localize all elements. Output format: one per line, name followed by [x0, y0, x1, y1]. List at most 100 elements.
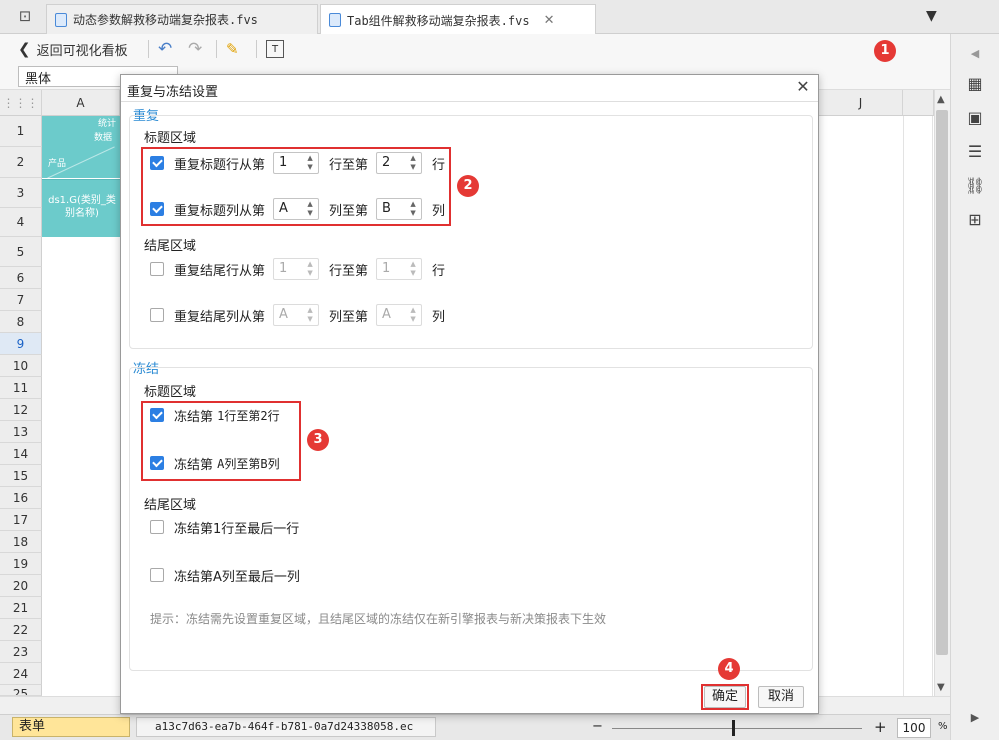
zoom-slider[interactable] [612, 728, 862, 729]
row-header[interactable]: 16 [0, 487, 42, 509]
freeze-footer-area: 结尾区域 [144, 498, 197, 513]
row-header[interactable]: 12 [0, 399, 42, 421]
option-label: 重复结尾行从第 [174, 263, 266, 279]
row-header[interactable]: 20 [0, 575, 42, 597]
freeze-header-area: 标题区域 [144, 385, 197, 400]
ok-button[interactable]: 确定 [704, 686, 746, 708]
stepper-value: 1 [382, 261, 391, 276]
back-button[interactable]: ❮ 返回可视化看板 [18, 38, 128, 60]
row-header[interactable]: 1 [0, 116, 42, 147]
tab-file-2[interactable]: Tab组件解救移动端复杂报表.fvs ✕ [320, 4, 596, 35]
option-label: 列 [432, 309, 446, 325]
chevron-left-icon: ❮ [18, 40, 31, 58]
repeat-footer-row: 重复结尾行从第 1 ▲ ▼ 行至第 1 ▲ ▼ 行 [150, 256, 445, 282]
zoom-unit: % [938, 721, 948, 732]
cancel-button[interactable]: 取消 [758, 686, 804, 708]
zoom-slider-thumb[interactable] [732, 720, 735, 736]
undo-icon[interactable]: ↶ [158, 38, 172, 60]
repeat-freeze-dialog: 重复与冻结设置 ✕ 重复 标题区域 重复标题行从第 1 ▲ ▼ 行至第 2 ▲ ▼ 行 … [120, 74, 819, 714]
tab-file-1[interactable]: 动态参数解救移动端复杂报表.fvs [46, 4, 318, 34]
row-header[interactable]: 24 [0, 663, 42, 685]
divider [256, 40, 257, 58]
tab-label: 动态参数解救移动端复杂报表.fvs [73, 13, 258, 27]
option-label: 行 [432, 263, 446, 279]
row-header[interactable]: 23 [0, 641, 42, 663]
datasource-tab[interactable]: a13c7d63-ea7b-464f-b781-0a7d24338058.ec [136, 717, 436, 737]
widget-icon[interactable]: ▣ [965, 108, 985, 128]
scroll-icon[interactable]: ▶ [965, 708, 985, 728]
badge-1: 1 [874, 40, 896, 62]
zoom-input[interactable]: 100 [897, 718, 931, 738]
freeze-footer-col: 冻结第A列至最后一列 [150, 562, 300, 588]
repeat-footer-area: 结尾区域 [144, 239, 197, 254]
zoom-out-icon[interactable]: − [592, 719, 603, 734]
option-label: 重复结尾列从第 [174, 309, 266, 325]
hint-text: 提示：冻结需先设置重复区域，且结尾区域的冻结仅在新引擎报表与新决策报表下生效 [150, 612, 607, 626]
cell-attribute-icon[interactable]: ▦ [965, 74, 985, 94]
column-header[interactable] [903, 90, 934, 116]
tab-menu-icon[interactable]: ▼ [926, 8, 937, 24]
row-header[interactable]: 17 [0, 509, 42, 531]
row-header[interactable]: 10 [0, 355, 42, 377]
row-header[interactable]: 14 [0, 443, 42, 465]
row-header[interactable]: 8 [0, 311, 42, 333]
row-header[interactable]: 6 [0, 267, 42, 289]
tab-label: Tab组件解救移动端复杂报表.fvs [347, 13, 530, 28]
stepper-value: 1 [279, 261, 288, 276]
freeze-footer-row-checkbox[interactable] [150, 520, 164, 534]
preview-icon[interactable]: T [266, 40, 284, 58]
repeat-footer-row-checkbox[interactable] [150, 262, 164, 276]
ds-cell[interactable]: ds1.G(类别_类别名称) [42, 179, 120, 237]
chevron-up-icon: ▲ [307, 260, 313, 268]
condition-icon[interactable]: ☰ [965, 142, 985, 162]
option-label: 行至第 [329, 263, 369, 279]
row-header[interactable]: 5 [0, 237, 42, 267]
column-header-j[interactable]: J [819, 90, 903, 116]
home-icon[interactable]: ⊡ [14, 7, 36, 27]
collapse-left-icon[interactable]: ◀ [965, 44, 985, 64]
link-icon[interactable]: ⛓ [965, 176, 985, 196]
row-header[interactable]: 15 [0, 465, 42, 487]
row-header[interactable]: 19 [0, 553, 42, 575]
badge-4: 4 [718, 658, 740, 680]
close-icon[interactable]: ✕ [544, 13, 555, 28]
scroll-up-icon[interactable]: ▲ [937, 94, 945, 105]
row-header[interactable]: 21 [0, 597, 42, 619]
tab-bar: ⊡ 动态参数解救移动端复杂报表.fvs Tab组件解救移动端复杂报表.fvs ✕… [0, 0, 999, 35]
header-cell[interactable]: 产品 统计 数据 [42, 116, 120, 179]
row-header[interactable]: 13 [0, 421, 42, 443]
grid-line [903, 116, 904, 696]
chevron-up-icon: ▲ [410, 306, 416, 314]
chevron-down-icon: ▼ [410, 269, 416, 277]
row-header[interactable]: 3 [0, 178, 42, 208]
row-header[interactable]: 11 [0, 377, 42, 399]
cell-text: 数据 [94, 133, 113, 143]
row-header[interactable]: 18 [0, 531, 42, 553]
footer-row-from-stepper: 1 ▲ ▼ [273, 258, 320, 280]
zoom-in-icon[interactable]: + [874, 718, 887, 736]
redo-icon[interactable]: ↷ [188, 38, 202, 60]
row-header-selected[interactable]: 9 [0, 333, 42, 355]
brush-icon[interactable]: ✎ [226, 38, 239, 60]
select-all-corner[interactable]: ⋮⋮⋮ [0, 90, 42, 116]
scroll-down-icon[interactable]: ▼ [937, 682, 945, 693]
dialog-title: 重复与冻结设置 [127, 85, 219, 100]
row-header[interactable]: 7 [0, 289, 42, 311]
column-header-a[interactable]: A [42, 90, 120, 116]
main-toolbar: ❮ 返回可视化看板 ↶ ↷ ✎ T [0, 34, 950, 88]
divider [216, 40, 217, 58]
tree-icon[interactable]: ⊞ [965, 210, 985, 230]
row-header[interactable]: 2 [0, 147, 42, 178]
sheet-tab[interactable]: 表单 [12, 717, 130, 737]
row-header[interactable]: 4 [0, 208, 42, 237]
chevron-down-icon: ▼ [307, 315, 313, 323]
repeat-footer-col-checkbox[interactable] [150, 308, 164, 322]
repeat-header-area: 标题区域 [144, 131, 197, 146]
row-header[interactable]: 22 [0, 619, 42, 641]
back-label: 返回可视化看板 [36, 43, 128, 59]
freeze-footer-col-checkbox[interactable] [150, 568, 164, 582]
chevron-down-icon: ▼ [410, 315, 416, 323]
row-header[interactable]: 25 [0, 685, 42, 696]
scrollbar-thumb[interactable] [936, 110, 948, 655]
close-icon[interactable]: ✕ [793, 77, 813, 96]
